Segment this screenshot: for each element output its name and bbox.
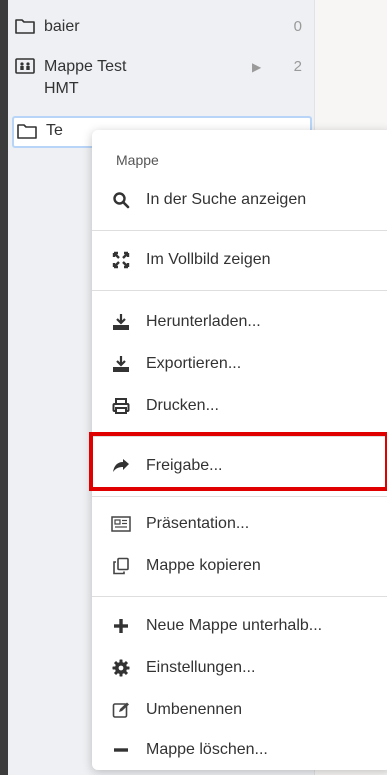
gear-icon [110,658,132,678]
menu-item-label: Einstellungen... [146,659,256,676]
menu-item-delete-folder[interactable]: Mappe löschen... [110,736,387,764]
window-edge [0,0,8,775]
folder-count: 0 [293,18,302,35]
menu-item-show-in-search[interactable]: In der Suche anzeigen [110,186,387,214]
edit-icon [110,700,132,720]
menu-item-label: Präsentation... [146,515,250,532]
menu-item-label: Drucken... [146,397,219,414]
menu-item-new-subfolder[interactable]: Neue Mappe unterhalb... [110,612,387,640]
menu-item-label: Mappe löschen... [146,741,268,758]
menu-item-label: Herunterladen... [146,313,261,330]
menu-item-label: Mappe kopieren [146,557,261,574]
menu-separator [92,596,387,597]
fullscreen-icon [110,250,132,270]
menu-item-rename[interactable]: Umbenennen [110,696,387,724]
presentation-icon [110,514,132,534]
menu-item-presentation[interactable]: Präsentation... [110,510,387,538]
expand-arrow-icon[interactable]: ▶ [252,56,261,78]
plus-icon [110,616,132,636]
menu-separator [92,496,387,497]
copy-icon [110,556,132,576]
folder-count: 2 [293,58,302,75]
menu-item-settings[interactable]: Einstellungen... [110,654,387,682]
search-icon [110,190,132,210]
folder-label: baier [44,18,80,35]
menu-item-label: Exportieren... [146,355,242,372]
menu-item-label: Im Vollbild zeigen [146,251,271,268]
folder-icon [16,121,38,141]
menu-item-export[interactable]: Exportieren... [110,350,387,378]
menu-item-copy-folder[interactable]: Mappe kopieren [110,552,387,580]
menu-item-label: In der Suche anzeigen [146,191,307,208]
shared-folder-icon [14,56,36,76]
menu-item-print[interactable]: Drucken... [110,392,387,420]
folder-item-baier[interactable]: baier 0 [14,16,308,38]
print-icon [110,396,132,416]
folder-label: Mappe Test HMT [44,56,219,100]
menu-separator [92,230,387,231]
menu-item-label: Neue Mappe unterhalb... [146,617,323,634]
menu-header: Mappe [116,152,159,168]
folder-icon [14,16,36,36]
download-icon [110,312,132,332]
folder-item-mappe-test-hmt[interactable]: Mappe Test HMT ▶ 2 [14,56,308,100]
highlight-box [89,432,387,491]
export-icon [110,354,132,374]
menu-item-download[interactable]: Herunterladen... [110,308,387,336]
minus-icon [110,740,132,760]
menu-item-fullscreen[interactable]: Im Vollbild zeigen [110,246,387,274]
menu-separator [92,290,387,291]
folder-label-line2: HMT [44,80,79,97]
menu-item-label: Umbenennen [146,701,243,718]
folder-label-line1: Mappe Test [44,58,127,75]
